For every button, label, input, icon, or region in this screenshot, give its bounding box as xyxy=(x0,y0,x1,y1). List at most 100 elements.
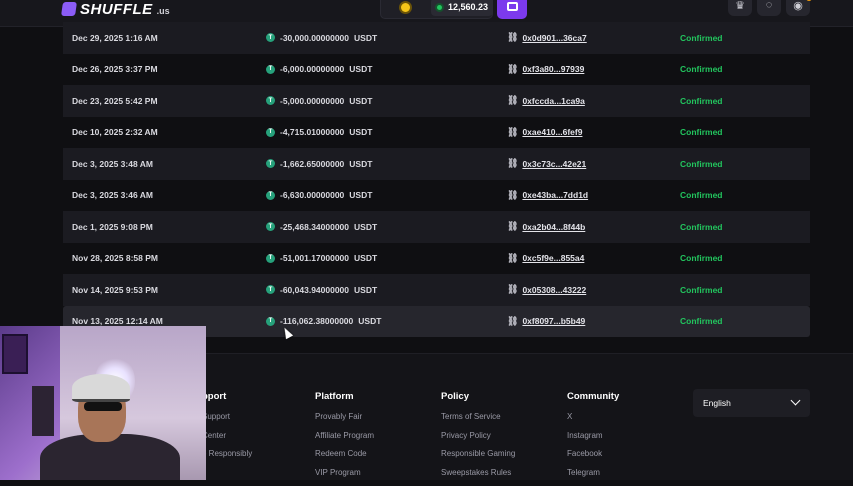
balance-display[interactable]: 12,560.23 xyxy=(431,0,494,16)
table-row: Dec 1, 2025 9:08 PM T -25,468.34000000 USD… xyxy=(63,211,810,243)
tx-date: Nov 28, 2025 8:58 PM xyxy=(72,253,158,264)
status-badge: Confirmed xyxy=(680,127,723,138)
link-icon: ⛓ xyxy=(507,32,519,43)
tx-amount: T -30,000.00000000 USDT xyxy=(266,33,377,43)
webcam-poster xyxy=(2,334,28,374)
link-icon: ⛓ xyxy=(507,126,519,137)
tx-currency: USDT xyxy=(349,95,373,106)
tx-hash[interactable]: 0xae410...6fef9 xyxy=(522,127,582,137)
tx-hash-link[interactable]: ⛓ 0xf3a80...97939 xyxy=(507,64,584,75)
tx-hash-link[interactable]: ⛓ 0xe43ba...7dd1d xyxy=(507,190,588,201)
logo-suffix: .us xyxy=(156,6,170,16)
tx-hash[interactable]: 0xfccda...1ca9a xyxy=(522,96,584,106)
tx-amount-value: -6,000.00000000 xyxy=(280,64,345,75)
footer-link[interactable]: Affiliate Program xyxy=(315,431,374,440)
footer-link[interactable]: Provably Fair xyxy=(315,412,374,421)
tx-hash[interactable]: 0xf8097...b5b49 xyxy=(522,316,585,326)
link-icon: ⛓ xyxy=(507,189,519,200)
tx-amount: T -25,468.34000000 USDT xyxy=(266,222,377,232)
table-row: Dec 3, 2025 3:48 AM T -1,662.65000000 USDT… xyxy=(63,148,810,180)
footer-link[interactable]: X xyxy=(567,412,619,421)
tx-currency: USDT xyxy=(354,253,378,264)
chat-icon: ◌ xyxy=(765,0,773,11)
tx-amount-value: -4,715.01000000 xyxy=(280,127,345,138)
status-badge: Confirmed xyxy=(680,316,723,327)
tx-hash-link[interactable]: ⛓ 0xf8097...b5b49 xyxy=(507,316,585,327)
tx-date: Dec 26, 2025 3:37 PM xyxy=(72,64,158,75)
gold-coin-icon[interactable] xyxy=(401,3,410,12)
webcam-person-cap xyxy=(72,374,130,402)
link-icon: ⛓ xyxy=(507,252,519,263)
tx-hash[interactable]: 0x3c73c...42e21 xyxy=(522,159,586,169)
status-badge: Confirmed xyxy=(680,190,723,201)
profile-button[interactable]: ◉ xyxy=(786,0,812,16)
tx-hash[interactable]: 0xc5f9e...855a4 xyxy=(522,253,584,263)
table-row: Dec 3, 2025 3:46 AM T -6,630.00000000 USDT… xyxy=(63,180,810,212)
balance-amount: 12,560.23 xyxy=(448,2,489,12)
footer-link[interactable]: Instagram xyxy=(567,431,619,440)
tx-date: Dec 3, 2025 3:48 AM xyxy=(72,158,153,169)
footer-community-column: Community X Instagram Facebook Telegram xyxy=(567,391,619,486)
status-badge: Confirmed xyxy=(680,284,723,295)
tx-amount-value: -5,000.00000000 xyxy=(280,95,345,106)
crown-icon: ♛ xyxy=(735,0,745,12)
tx-hash-link[interactable]: ⛓ 0xfccda...1ca9a xyxy=(507,95,585,106)
tx-hash-link[interactable]: ⛓ 0xa2b04...8f44b xyxy=(507,221,585,232)
chevron-down-icon xyxy=(790,395,801,406)
status-badge: Confirmed xyxy=(680,95,723,106)
wallet-balance-selector[interactable]: 12,560.23 xyxy=(380,0,494,19)
tether-icon: T xyxy=(266,64,275,74)
tx-currency: USDT xyxy=(358,316,382,327)
footer-link[interactable]: Facebook xyxy=(567,449,619,458)
link-icon: ⛓ xyxy=(507,158,519,169)
shuffle-logo[interactable]: SHUFFLE .us xyxy=(61,0,170,18)
webcam-shelf xyxy=(32,386,54,436)
tx-amount: T -1,662.65000000 USDT xyxy=(266,159,372,169)
tx-currency: USDT xyxy=(354,32,378,43)
footer-heading: pport xyxy=(202,391,227,402)
tx-hash-link[interactable]: ⛓ 0x0d901...36ca7 xyxy=(507,32,587,43)
tx-amount-value: -51,001.17000000 xyxy=(280,253,350,264)
wallet-button[interactable] xyxy=(497,0,527,19)
status-badge: Confirmed xyxy=(680,158,723,169)
footer-link[interactable]: Redeem Code xyxy=(315,449,374,458)
footer-policy-column: Policy Terms of Service Privacy Policy R… xyxy=(441,391,515,486)
tx-hash-link[interactable]: ⛓ 0xae410...6fef9 xyxy=(507,127,582,138)
tx-hash[interactable]: 0x0d901...36ca7 xyxy=(522,33,586,43)
tx-hash[interactable]: 0xe43ba...7dd1d xyxy=(522,190,588,200)
tx-amount-value: -6,630.00000000 xyxy=(280,190,345,201)
link-icon: ⛓ xyxy=(507,95,519,106)
tx-hash[interactable]: 0x05308...43222 xyxy=(522,285,586,295)
footer-link[interactable]: Sweepstakes Rules xyxy=(441,468,515,477)
tether-icon: T xyxy=(266,127,275,137)
tx-date: Dec 1, 2025 9:08 PM xyxy=(72,221,153,232)
footer-link[interactable]: Support xyxy=(202,412,252,421)
tx-amount: T -4,715.01000000 USDT xyxy=(266,127,372,137)
tx-amount-value: -25,468.34000000 xyxy=(280,221,350,232)
chat-button[interactable]: ◌ xyxy=(757,0,781,16)
tx-date: Dec 10, 2025 2:32 AM xyxy=(72,127,158,138)
footer-link[interactable]: e Responsibly xyxy=(202,449,252,458)
footer-link[interactable]: Telegram xyxy=(567,468,619,477)
table-row: Dec 23, 2025 5:42 PM T -5,000.00000000 USD… xyxy=(63,85,810,117)
tx-hash-link[interactable]: ⛓ 0x05308...43222 xyxy=(507,284,586,295)
tx-hash-link[interactable]: ⛓ 0x3c73c...42e21 xyxy=(507,158,586,169)
tether-icon: T xyxy=(266,96,275,106)
tx-hash-link[interactable]: ⛓ 0xc5f9e...855a4 xyxy=(507,253,584,264)
tx-hash[interactable]: 0xf3a80...97939 xyxy=(522,64,584,74)
table-row: Dec 26, 2025 3:37 PM T -6,000.00000000 USD… xyxy=(63,54,810,86)
footer-link[interactable]: VIP Program xyxy=(315,468,374,477)
tx-currency: USDT xyxy=(349,158,373,169)
footer-link[interactable]: Privacy Policy xyxy=(441,431,515,440)
tx-amount-value: -1,662.65000000 xyxy=(280,158,345,169)
footer-heading: Platform xyxy=(315,391,354,402)
language-select[interactable]: English xyxy=(693,389,810,417)
tx-hash[interactable]: 0xa2b04...8f44b xyxy=(522,222,585,232)
footer-link[interactable]: Responsible Gaming xyxy=(441,449,515,458)
link-icon: ⛓ xyxy=(507,284,519,295)
footer-link[interactable]: Center xyxy=(202,431,252,440)
status-badge: Confirmed xyxy=(680,32,723,43)
rewards-button[interactable]: ♛ xyxy=(728,0,752,16)
tx-amount-value: -30,000.00000000 xyxy=(280,32,350,43)
footer-link[interactable]: Terms of Service xyxy=(441,412,515,421)
